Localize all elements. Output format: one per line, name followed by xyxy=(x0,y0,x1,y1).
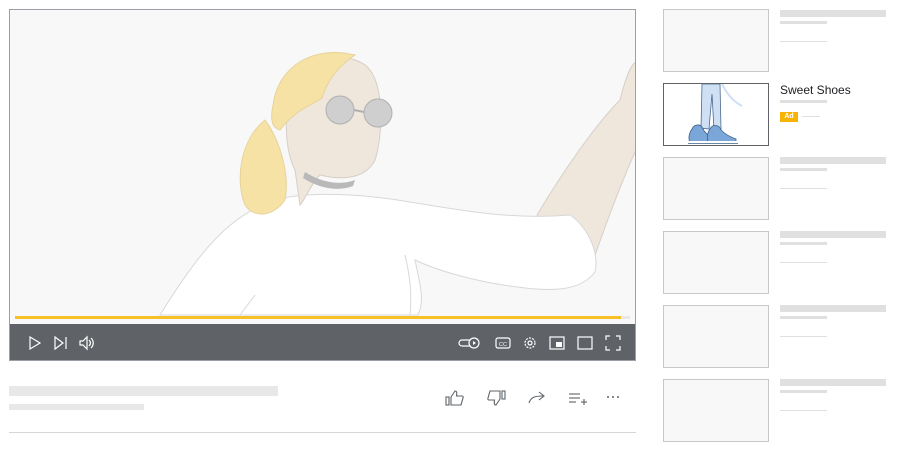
related-video-thumbnail[interactable] xyxy=(663,379,769,442)
dislike-icon[interactable] xyxy=(485,388,507,408)
settings-icon[interactable] xyxy=(521,334,539,352)
related-video-meta-placeholder xyxy=(780,262,827,263)
volume-icon[interactable] xyxy=(78,334,96,352)
video-frame-illustration xyxy=(159,51,635,316)
like-icon[interactable] xyxy=(444,388,466,408)
video-subtitle-placeholder xyxy=(9,404,144,410)
related-video-meta-placeholder xyxy=(780,410,827,411)
more-icon[interactable] xyxy=(603,388,625,408)
player-controls: CC xyxy=(10,324,635,360)
svg-text:CC: CC xyxy=(499,342,507,348)
related-video-title-placeholder xyxy=(780,157,886,164)
related-video-thumbnail[interactable] xyxy=(663,157,769,220)
progress-fill xyxy=(15,316,621,319)
fullscreen-icon[interactable] xyxy=(604,334,622,352)
related-video-channel-placeholder xyxy=(780,316,827,319)
play-icon[interactable] xyxy=(26,334,44,352)
autoplay-toggle-icon[interactable] xyxy=(458,334,482,352)
ad-badge: Ad xyxy=(780,112,798,122)
share-icon[interactable] xyxy=(526,388,548,408)
ad-url-placeholder xyxy=(802,116,820,117)
save-to-playlist-icon[interactable] xyxy=(567,388,589,408)
ad-title[interactable]: Sweet Shoes xyxy=(780,83,851,97)
related-video-title-placeholder xyxy=(780,305,886,312)
related-video-channel-placeholder xyxy=(780,168,827,171)
next-icon[interactable] xyxy=(52,334,70,352)
related-video-title-placeholder xyxy=(780,379,886,386)
related-video-meta-placeholder xyxy=(780,188,827,189)
related-video-channel-placeholder xyxy=(780,390,827,393)
content-divider xyxy=(9,432,636,433)
related-video-meta-placeholder xyxy=(780,336,827,337)
ad-thumbnail[interactable] xyxy=(663,83,769,146)
captions-icon[interactable]: CC xyxy=(494,334,512,352)
miniplayer-icon[interactable] xyxy=(548,334,566,352)
related-video-thumbnail[interactable] xyxy=(663,305,769,368)
video-title-placeholder xyxy=(9,386,278,396)
related-video-thumbnail[interactable] xyxy=(663,231,769,294)
related-video-channel-placeholder xyxy=(780,21,827,24)
shoes-illustration xyxy=(688,84,743,144)
related-video-meta-placeholder xyxy=(780,41,827,42)
related-video-channel-placeholder xyxy=(780,242,827,245)
video-player[interactable]: CC xyxy=(9,9,636,361)
related-video-title-placeholder xyxy=(780,10,886,17)
ad-description-placeholder xyxy=(780,100,827,103)
related-video-title-placeholder xyxy=(780,231,886,238)
progress-bar[interactable] xyxy=(15,316,630,319)
theater-mode-icon[interactable] xyxy=(576,334,594,352)
related-video-thumbnail[interactable] xyxy=(663,9,769,72)
